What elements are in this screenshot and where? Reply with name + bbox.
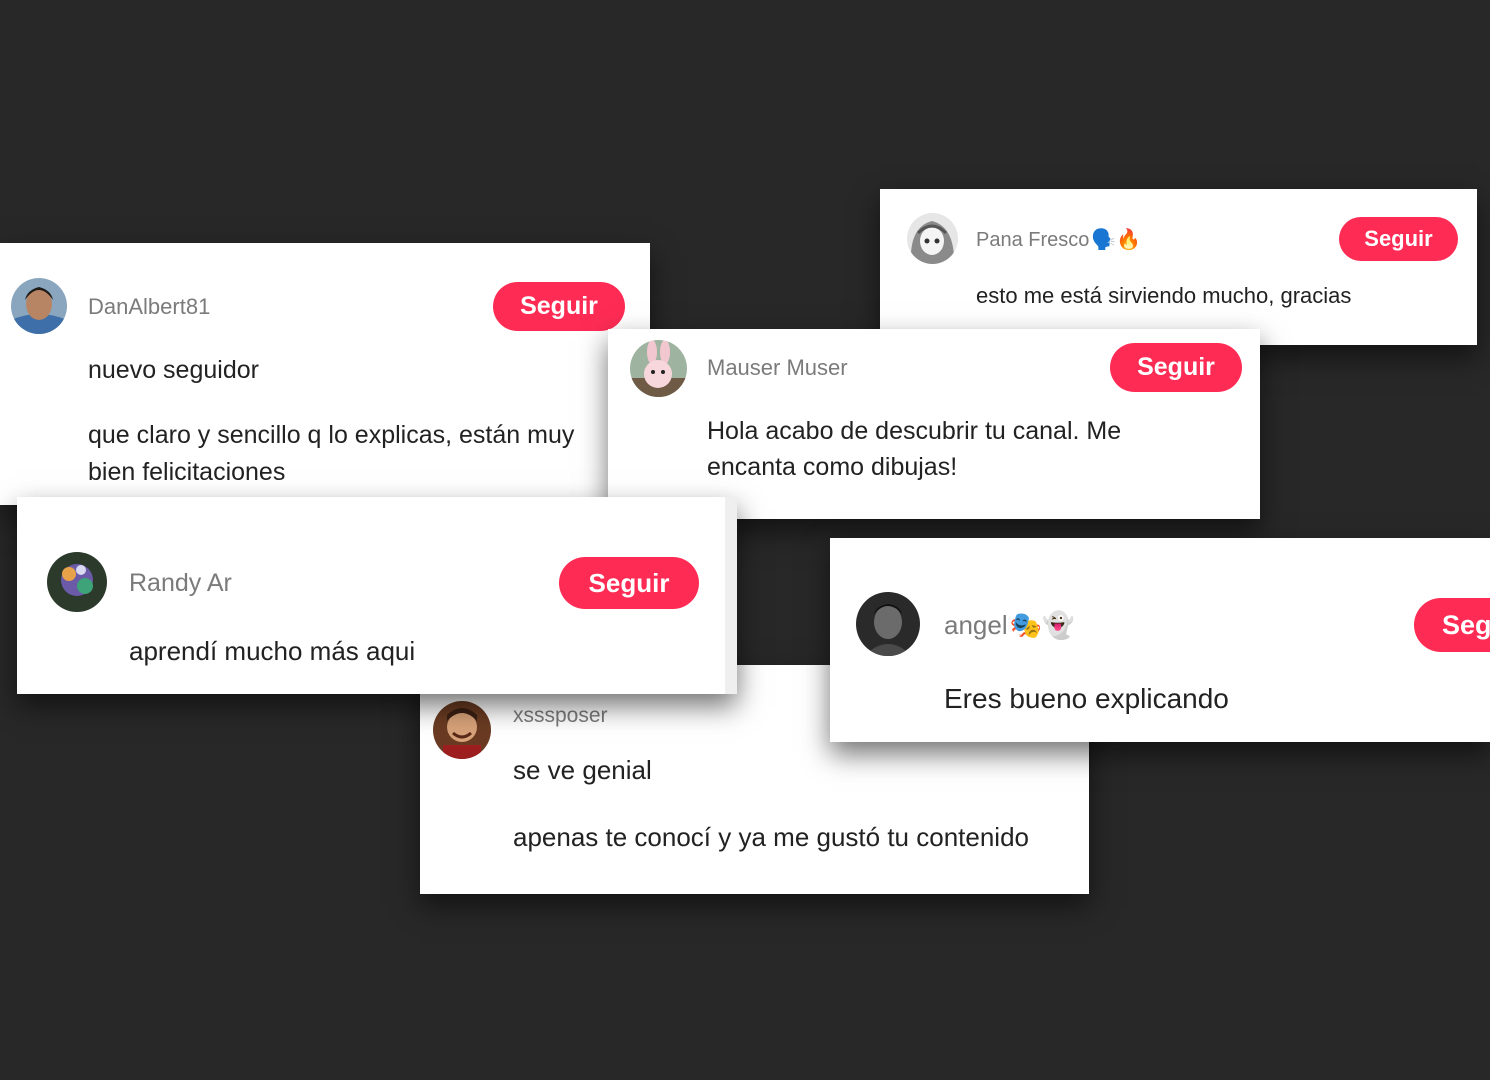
follow-button[interactable]: Seguir — [559, 557, 699, 609]
follow-button[interactable]: Seguir — [1339, 217, 1458, 261]
avatar-bunny-icon[interactable] — [630, 340, 687, 397]
comment-card-pana-fresco: Pana Fresco 🗣️🔥 Seguir esto me está sirvi… — [880, 189, 1477, 345]
avatar-man-icon[interactable] — [11, 278, 67, 334]
username-emoji: 🎭👻 — [1009, 610, 1075, 640]
comment-username[interactable]: Pana Fresco 🗣️🔥 — [976, 227, 1141, 252]
avatar-anime-girl-icon[interactable] — [907, 213, 958, 264]
comment-text: que claro y sencillo q lo explicas, está… — [88, 421, 575, 449]
comment-card-danalbert81: DanAlbert81 Seguir nuevo seguidor que cl… — [0, 243, 650, 505]
comment-username[interactable]: xsssposer — [513, 704, 608, 728]
comment-text: Hola acabo de descubrir tu canal. Me — [707, 417, 1122, 445]
comment-username[interactable]: DanAlbert81 — [88, 294, 210, 320]
comment-card-mauser-muser: Mauser Muser Seguir Hola acabo de descub… — [608, 329, 1260, 519]
follow-button[interactable]: Seguir — [1110, 343, 1242, 392]
comment-username-text[interactable]: angel — [944, 610, 1008, 640]
follow-button[interactable]: Seguir — [493, 282, 625, 331]
comment-card-angel: angel🎭👻 Seguir Eres bueno explicando — [830, 538, 1490, 742]
comment-text: apenas te conocí y ya me gustó tu conten… — [513, 822, 1030, 852]
comment-username[interactable]: angel🎭👻 — [944, 610, 1074, 641]
comment-username-text[interactable]: Pana Fresco — [976, 229, 1089, 251]
comment-text: aprendí mucho más aqui — [129, 636, 416, 666]
comment-text: nuevo seguidor — [88, 356, 259, 384]
comment-text: encanta como dibujas! — [707, 453, 958, 481]
comment-text: Eres bueno explicando — [944, 683, 1229, 714]
avatar-smiling-icon[interactable] — [433, 701, 491, 759]
username-emoji: 🗣️🔥 — [1091, 229, 1142, 251]
comment-text: esto me está sirviendo mucho, gracias — [976, 283, 1352, 308]
comment-username[interactable]: Mauser Muser — [707, 355, 848, 381]
comment-username[interactable]: Randy Ar — [129, 569, 232, 598]
comment-card-randy-ar: Randy Ar Seguir aprendí mucho más aqui — [17, 497, 737, 694]
avatar-dark-icon[interactable] — [856, 592, 920, 656]
follow-button[interactable]: Seguir — [1414, 598, 1490, 652]
comment-text: se ve genial — [513, 755, 652, 785]
comment-text: bien felicitaciones — [88, 458, 286, 486]
avatar-colorful-icon[interactable] — [47, 552, 107, 612]
